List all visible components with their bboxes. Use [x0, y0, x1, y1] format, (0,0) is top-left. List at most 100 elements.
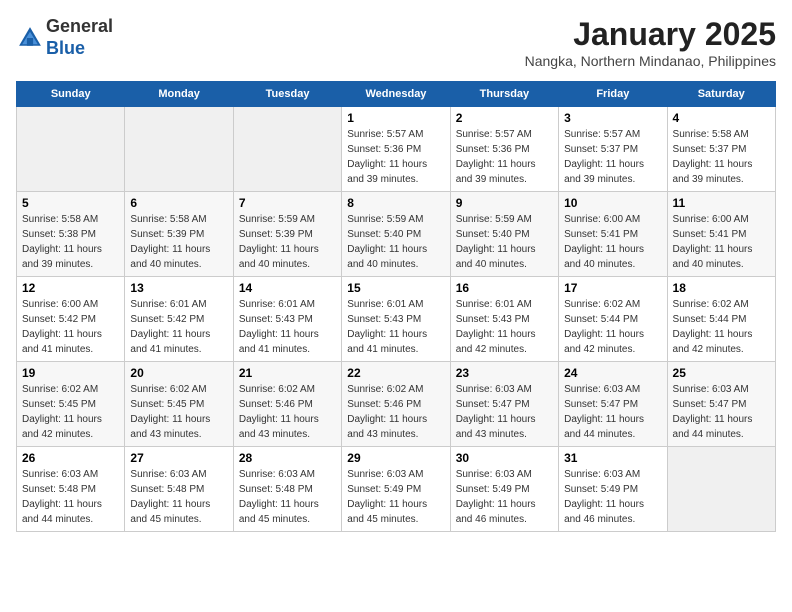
day-info: Sunrise: 5:58 AMSunset: 5:38 PMDaylight:…	[22, 212, 119, 272]
calendar-body: 1Sunrise: 5:57 AMSunset: 5:36 PMDaylight…	[17, 107, 776, 532]
calendar-cell: 29Sunrise: 6:03 AMSunset: 5:49 PMDayligh…	[342, 447, 450, 532]
calendar-cell: 9 Sunrise: 5:59 AMSunset: 5:40 PMDaylight…	[450, 192, 558, 277]
day-number: 18	[673, 281, 770, 295]
calendar-week-1: 1Sunrise: 5:57 AMSunset: 5:36 PMDaylight…	[17, 107, 776, 192]
calendar-cell: 18 Sunrise: 6:02 AMSunset: 5:44 PMDayligh…	[667, 277, 775, 362]
calendar-cell: 1Sunrise: 5:57 AMSunset: 5:36 PMDaylight…	[342, 107, 450, 192]
calendar-cell: 30 Sunrise: 6:03 AMSunset: 5:49 PMDayligh…	[450, 447, 558, 532]
day-info: Sunrise: 6:02 AMSunset: 5:46 PMDaylight:…	[347, 382, 444, 442]
day-info: Sunrise: 5:58 AMSunset: 5:37 PMDaylight:…	[673, 127, 770, 187]
day-number: 9	[456, 196, 553, 210]
weekday-header-monday: Monday	[125, 82, 233, 107]
calendar-week-4: 19Sunrise: 6:02 AMSunset: 5:45 PMDayligh…	[17, 362, 776, 447]
calendar-cell	[125, 107, 233, 192]
day-number: 5	[22, 196, 119, 210]
day-info: Sunrise: 5:59 AMSunset: 5:39 PMDaylight:…	[239, 212, 336, 272]
day-info: Sunrise: 6:02 AMSunset: 5:44 PMDaylight:…	[564, 297, 661, 357]
day-info: Sunrise: 6:02 AMSunset: 5:44 PMDaylight:…	[673, 297, 770, 357]
calendar-cell: 7 Sunrise: 5:59 AMSunset: 5:39 PMDaylight…	[233, 192, 341, 277]
calendar-cell: 10 Sunrise: 6:00 AMSunset: 5:41 PMDayligh…	[559, 192, 667, 277]
day-number: 27	[130, 451, 227, 465]
calendar-cell: 2Sunrise: 5:57 AMSunset: 5:36 PMDaylight…	[450, 107, 558, 192]
month-title: January 2025	[525, 16, 776, 53]
calendar-cell: 28 Sunrise: 6:03 AMSunset: 5:48 PMDayligh…	[233, 447, 341, 532]
day-info: Sunrise: 6:02 AMSunset: 5:45 PMDaylight:…	[130, 382, 227, 442]
calendar-header: SundayMondayTuesdayWednesdayThursdayFrid…	[17, 82, 776, 107]
page-header: General Blue January 2025 Nangka, Northe…	[16, 16, 776, 69]
calendar-cell: 23Sunrise: 6:03 AMSunset: 5:47 PMDayligh…	[450, 362, 558, 447]
calendar-cell: 3Sunrise: 5:57 AMSunset: 5:37 PMDaylight…	[559, 107, 667, 192]
weekday-header-thursday: Thursday	[450, 82, 558, 107]
calendar-cell: 20 Sunrise: 6:02 AMSunset: 5:45 PMDayligh…	[125, 362, 233, 447]
day-number: 31	[564, 451, 661, 465]
day-info: Sunrise: 6:03 AMSunset: 5:47 PMDaylight:…	[564, 382, 661, 442]
calendar-cell: 6 Sunrise: 5:58 AMSunset: 5:39 PMDaylight…	[125, 192, 233, 277]
calendar-cell: 14 Sunrise: 6:01 AMSunset: 5:43 PMDayligh…	[233, 277, 341, 362]
day-info: Sunrise: 6:03 AMSunset: 5:48 PMDaylight:…	[22, 467, 119, 527]
calendar-cell: 13 Sunrise: 6:01 AMSunset: 5:42 PMDayligh…	[125, 277, 233, 362]
calendar-cell: 22Sunrise: 6:02 AMSunset: 5:46 PMDayligh…	[342, 362, 450, 447]
weekday-header-friday: Friday	[559, 82, 667, 107]
day-number: 7	[239, 196, 336, 210]
day-number: 20	[130, 366, 227, 380]
weekday-header-saturday: Saturday	[667, 82, 775, 107]
day-info: Sunrise: 6:01 AMSunset: 5:43 PMDaylight:…	[347, 297, 444, 357]
day-number: 4	[673, 111, 770, 125]
logo-blue: Blue	[46, 38, 85, 58]
day-info: Sunrise: 6:01 AMSunset: 5:43 PMDaylight:…	[456, 297, 553, 357]
day-info: Sunrise: 6:02 AMSunset: 5:46 PMDaylight:…	[239, 382, 336, 442]
calendar-cell: 15 Sunrise: 6:01 AMSunset: 5:43 PMDayligh…	[342, 277, 450, 362]
calendar-cell: 31 Sunrise: 6:03 AMSunset: 5:49 PMDayligh…	[559, 447, 667, 532]
day-info: Sunrise: 6:03 AMSunset: 5:49 PMDaylight:…	[456, 467, 553, 527]
day-number: 29	[347, 451, 444, 465]
day-info: Sunrise: 5:58 AMSunset: 5:39 PMDaylight:…	[130, 212, 227, 272]
day-info: Sunrise: 5:59 AMSunset: 5:40 PMDaylight:…	[456, 212, 553, 272]
logo: General Blue	[16, 16, 113, 59]
calendar-cell: 8 Sunrise: 5:59 AMSunset: 5:40 PMDaylight…	[342, 192, 450, 277]
weekday-row: SundayMondayTuesdayWednesdayThursdayFrid…	[17, 82, 776, 107]
weekday-header-wednesday: Wednesday	[342, 82, 450, 107]
calendar-week-5: 26 Sunrise: 6:03 AMSunset: 5:48 PMDayligh…	[17, 447, 776, 532]
logo-text: General Blue	[46, 16, 113, 59]
day-info: Sunrise: 6:03 AMSunset: 5:48 PMDaylight:…	[239, 467, 336, 527]
day-info: Sunrise: 5:57 AMSunset: 5:36 PMDaylight:…	[456, 127, 553, 187]
day-info: Sunrise: 6:01 AMSunset: 5:43 PMDaylight:…	[239, 297, 336, 357]
day-number: 26	[22, 451, 119, 465]
calendar-cell: 24Sunrise: 6:03 AMSunset: 5:47 PMDayligh…	[559, 362, 667, 447]
calendar-cell	[233, 107, 341, 192]
day-info: Sunrise: 5:59 AMSunset: 5:40 PMDaylight:…	[347, 212, 444, 272]
day-number: 10	[564, 196, 661, 210]
day-info: Sunrise: 6:03 AMSunset: 5:49 PMDaylight:…	[564, 467, 661, 527]
logo-icon	[16, 24, 44, 52]
title-block: January 2025 Nangka, Northern Mindanao, …	[525, 16, 776, 69]
day-number: 15	[347, 281, 444, 295]
day-number: 13	[130, 281, 227, 295]
day-info: Sunrise: 6:00 AMSunset: 5:41 PMDaylight:…	[673, 212, 770, 272]
day-number: 6	[130, 196, 227, 210]
day-number: 30	[456, 451, 553, 465]
calendar-cell: 5 Sunrise: 5:58 AMSunset: 5:38 PMDaylight…	[17, 192, 125, 277]
weekday-header-tuesday: Tuesday	[233, 82, 341, 107]
day-info: Sunrise: 6:00 AMSunset: 5:42 PMDaylight:…	[22, 297, 119, 357]
day-number: 8	[347, 196, 444, 210]
day-info: Sunrise: 6:00 AMSunset: 5:41 PMDaylight:…	[564, 212, 661, 272]
calendar-cell: 16 Sunrise: 6:01 AMSunset: 5:43 PMDayligh…	[450, 277, 558, 362]
day-info: Sunrise: 6:03 AMSunset: 5:47 PMDaylight:…	[673, 382, 770, 442]
day-info: Sunrise: 6:03 AMSunset: 5:47 PMDaylight:…	[456, 382, 553, 442]
logo-general: General	[46, 16, 113, 36]
calendar-week-2: 5 Sunrise: 5:58 AMSunset: 5:38 PMDaylight…	[17, 192, 776, 277]
calendar-table: SundayMondayTuesdayWednesdayThursdayFrid…	[16, 81, 776, 532]
calendar-cell	[667, 447, 775, 532]
day-number: 12	[22, 281, 119, 295]
calendar-cell: 4 Sunrise: 5:58 AMSunset: 5:37 PMDaylight…	[667, 107, 775, 192]
day-info: Sunrise: 6:01 AMSunset: 5:42 PMDaylight:…	[130, 297, 227, 357]
calendar-week-3: 12 Sunrise: 6:00 AMSunset: 5:42 PMDayligh…	[17, 277, 776, 362]
day-number: 14	[239, 281, 336, 295]
day-number: 21	[239, 366, 336, 380]
day-number: 16	[456, 281, 553, 295]
day-info: Sunrise: 6:02 AMSunset: 5:45 PMDaylight:…	[22, 382, 119, 442]
day-number: 28	[239, 451, 336, 465]
calendar-cell: 27Sunrise: 6:03 AMSunset: 5:48 PMDayligh…	[125, 447, 233, 532]
day-number: 3	[564, 111, 661, 125]
location-title: Nangka, Northern Mindanao, Philippines	[525, 53, 776, 69]
